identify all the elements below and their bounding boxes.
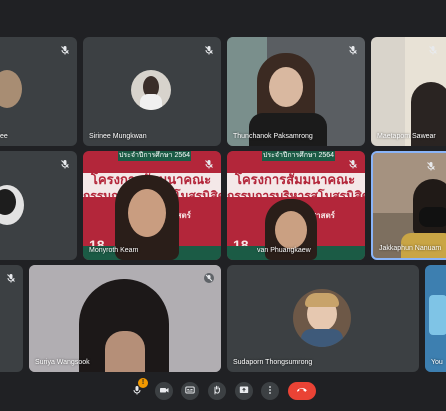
end-call-icon xyxy=(296,382,308,400)
mic-off-icon xyxy=(426,158,436,171)
participant-tile-thunchanok[interactable]: Thunchanok Paksamrong xyxy=(227,37,365,146)
mic-off-icon xyxy=(60,42,70,55)
video-highlight xyxy=(429,295,446,335)
participant-name: Sudaporn Thongsumrong xyxy=(233,359,313,366)
more-icon xyxy=(265,382,275,400)
mic-warning-badge: ! xyxy=(138,378,148,388)
mic-off-icon xyxy=(428,42,438,55)
participant-name: Monyroth Keam xyxy=(89,247,139,254)
participant-tile-monyroth[interactable]: ประจำปีการศึกษา 2564 โครงการสัมมนาคณะ กร… xyxy=(83,151,221,260)
participant-name: van Phuangkaew xyxy=(257,247,311,254)
participant-name: Maetapom Sawear xyxy=(377,133,436,140)
mask xyxy=(419,207,446,227)
mic-off-icon xyxy=(204,270,214,283)
mic-off-icon xyxy=(204,156,214,169)
mic-button[interactable]: ! xyxy=(128,378,148,400)
participant-tile-van[interactable]: ประจำปีการศึกษา 2564 โครงการสัมมนาคณะ กร… xyxy=(227,151,365,260)
participant-tile-maetapom[interactable]: Maetapom Sawear xyxy=(371,37,446,146)
control-bar: ! xyxy=(0,373,446,411)
slide-tag: ประจำปีการศึกษา 2564 xyxy=(118,151,191,161)
raise-hand-icon xyxy=(212,382,222,400)
avatar xyxy=(0,70,22,108)
mic-off-icon xyxy=(6,270,16,283)
participant-tile-left-partial[interactable] xyxy=(0,265,23,372)
participant-name: Jakkaphun Nanuam xyxy=(379,245,442,252)
participant-name: Sirinee Mungkwan xyxy=(89,133,147,140)
participant-tile-ee[interactable]: ee xyxy=(0,37,77,146)
end-call-button[interactable] xyxy=(288,382,316,400)
mic-off-icon xyxy=(348,156,358,169)
camera-button[interactable] xyxy=(155,382,173,400)
mic-off-icon xyxy=(204,42,214,55)
participant-name: ee xyxy=(0,133,8,140)
participant-name: Thunchanok Paksamrong xyxy=(233,133,313,140)
present-button[interactable] xyxy=(235,382,253,400)
mic-off-icon xyxy=(348,42,358,55)
participant-tile-jakkaphun[interactable]: Jakkaphun Nanuam xyxy=(371,151,446,260)
mic-off-icon xyxy=(60,156,70,169)
participant-tile-sudaporn[interactable]: Sudaporn Thongsumrong xyxy=(227,265,419,372)
avatar xyxy=(293,289,351,347)
captions-icon xyxy=(185,382,195,400)
avatar xyxy=(0,185,24,225)
present-icon xyxy=(239,382,249,400)
raise-hand-button[interactable] xyxy=(208,382,226,400)
video-face xyxy=(128,189,166,237)
participant-tile-sirinee[interactable]: Sirinee Mungkwan xyxy=(83,37,221,146)
video-body xyxy=(249,113,327,146)
slide-tag: ประจำปีการศึกษา 2564 xyxy=(262,151,335,161)
more-options-button[interactable] xyxy=(261,382,279,400)
participant-name: Suriya Wangsook xyxy=(35,359,90,366)
video-face xyxy=(269,67,303,107)
camera-icon xyxy=(159,382,169,400)
video-face xyxy=(105,331,145,372)
captions-button[interactable] xyxy=(181,382,199,400)
participant-tile-suriya[interactable]: Suriya Wangsook xyxy=(29,265,221,372)
participant-name: You xyxy=(431,359,443,366)
video-face xyxy=(275,211,307,249)
participant-tile-you[interactable]: You xyxy=(425,265,446,372)
participant-tile-unnamed[interactable] xyxy=(0,151,77,260)
avatar xyxy=(131,70,171,110)
